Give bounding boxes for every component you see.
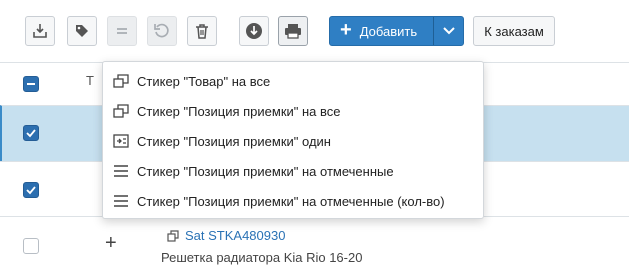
menu-item-label: Стикер "Позиция приемки" на отмеченные (…: [137, 193, 445, 209]
plus-icon: +: [340, 19, 352, 41]
menu-item-sticker-position-marked[interactable]: Стикер "Позиция приемки" на отмеченные: [103, 156, 483, 186]
chevron-down-icon: [442, 27, 455, 35]
column-header: Т: [86, 73, 94, 88]
menu-item-sticker-position-one[interactable]: Стикер "Позиция приемки" один: [103, 126, 483, 156]
download-button[interactable]: [239, 16, 269, 46]
menu-item-label: Стикер "Позиция приемки" на отмеченные: [137, 163, 394, 179]
undo-button[interactable]: [147, 16, 177, 46]
table-row[interactable]: [0, 216, 629, 274]
menu-item-sticker-product-all[interactable]: Стикер "Товар" на все: [103, 66, 483, 96]
print-dropdown-menu: Стикер "Товар" на все Стикер "Позиция пр…: [102, 61, 484, 219]
menu-item-label: Стикер "Позиция приемки" один: [137, 133, 331, 149]
equals-button[interactable]: [107, 16, 137, 46]
equals-icon: [117, 28, 127, 34]
add-button-label: Добавить: [359, 23, 418, 39]
import-button[interactable]: [25, 16, 55, 46]
copy-icon: [167, 229, 179, 242]
single-sticker-icon: [113, 134, 129, 148]
check-icon: [26, 129, 36, 138]
check-icon: [26, 186, 36, 195]
item-description: Решетка радиатора Kia Rio 16-20: [161, 250, 363, 265]
menu-item-sticker-position-all[interactable]: Стикер "Позиция приемки" на все: [103, 96, 483, 126]
row-checkbox[interactable]: [23, 125, 39, 141]
copy-icon: [113, 104, 129, 118]
delete-button[interactable]: [187, 16, 217, 46]
tag-button[interactable]: [67, 16, 97, 46]
menu-item-sticker-position-marked-qty[interactable]: Стикер "Позиция приемки" на отмеченные (…: [103, 186, 483, 216]
row-checkbox[interactable]: [23, 238, 39, 254]
list-icon: [114, 195, 128, 207]
undo-icon: [154, 23, 169, 38]
item-link[interactable]: Sat STKA480930: [167, 228, 285, 243]
select-all-checkbox[interactable]: [23, 76, 39, 92]
to-orders-button[interactable]: К заказам: [473, 16, 555, 46]
copy-icon: [113, 74, 129, 88]
list-icon: [114, 165, 128, 177]
print-button[interactable]: [278, 16, 308, 46]
add-button[interactable]: + Добавить: [330, 17, 434, 45]
expand-row-icon[interactable]: +: [105, 233, 117, 253]
add-dropdown-toggle[interactable]: [434, 17, 463, 45]
row-checkbox[interactable]: [23, 182, 39, 198]
trash-icon: [196, 24, 208, 39]
add-button-group: + Добавить: [329, 16, 464, 46]
minus-icon: [27, 83, 35, 85]
print-icon: [285, 24, 301, 39]
menu-item-label: Стикер "Позиция приемки" на все: [137, 103, 341, 119]
toolbar: + Добавить К заказам: [0, 0, 629, 62]
import-icon: [33, 24, 47, 38]
download-icon: [246, 23, 262, 39]
menu-item-label: Стикер "Товар" на все: [137, 73, 271, 89]
tag-icon: [76, 25, 88, 37]
item-code: Sat STKA480930: [185, 228, 286, 243]
